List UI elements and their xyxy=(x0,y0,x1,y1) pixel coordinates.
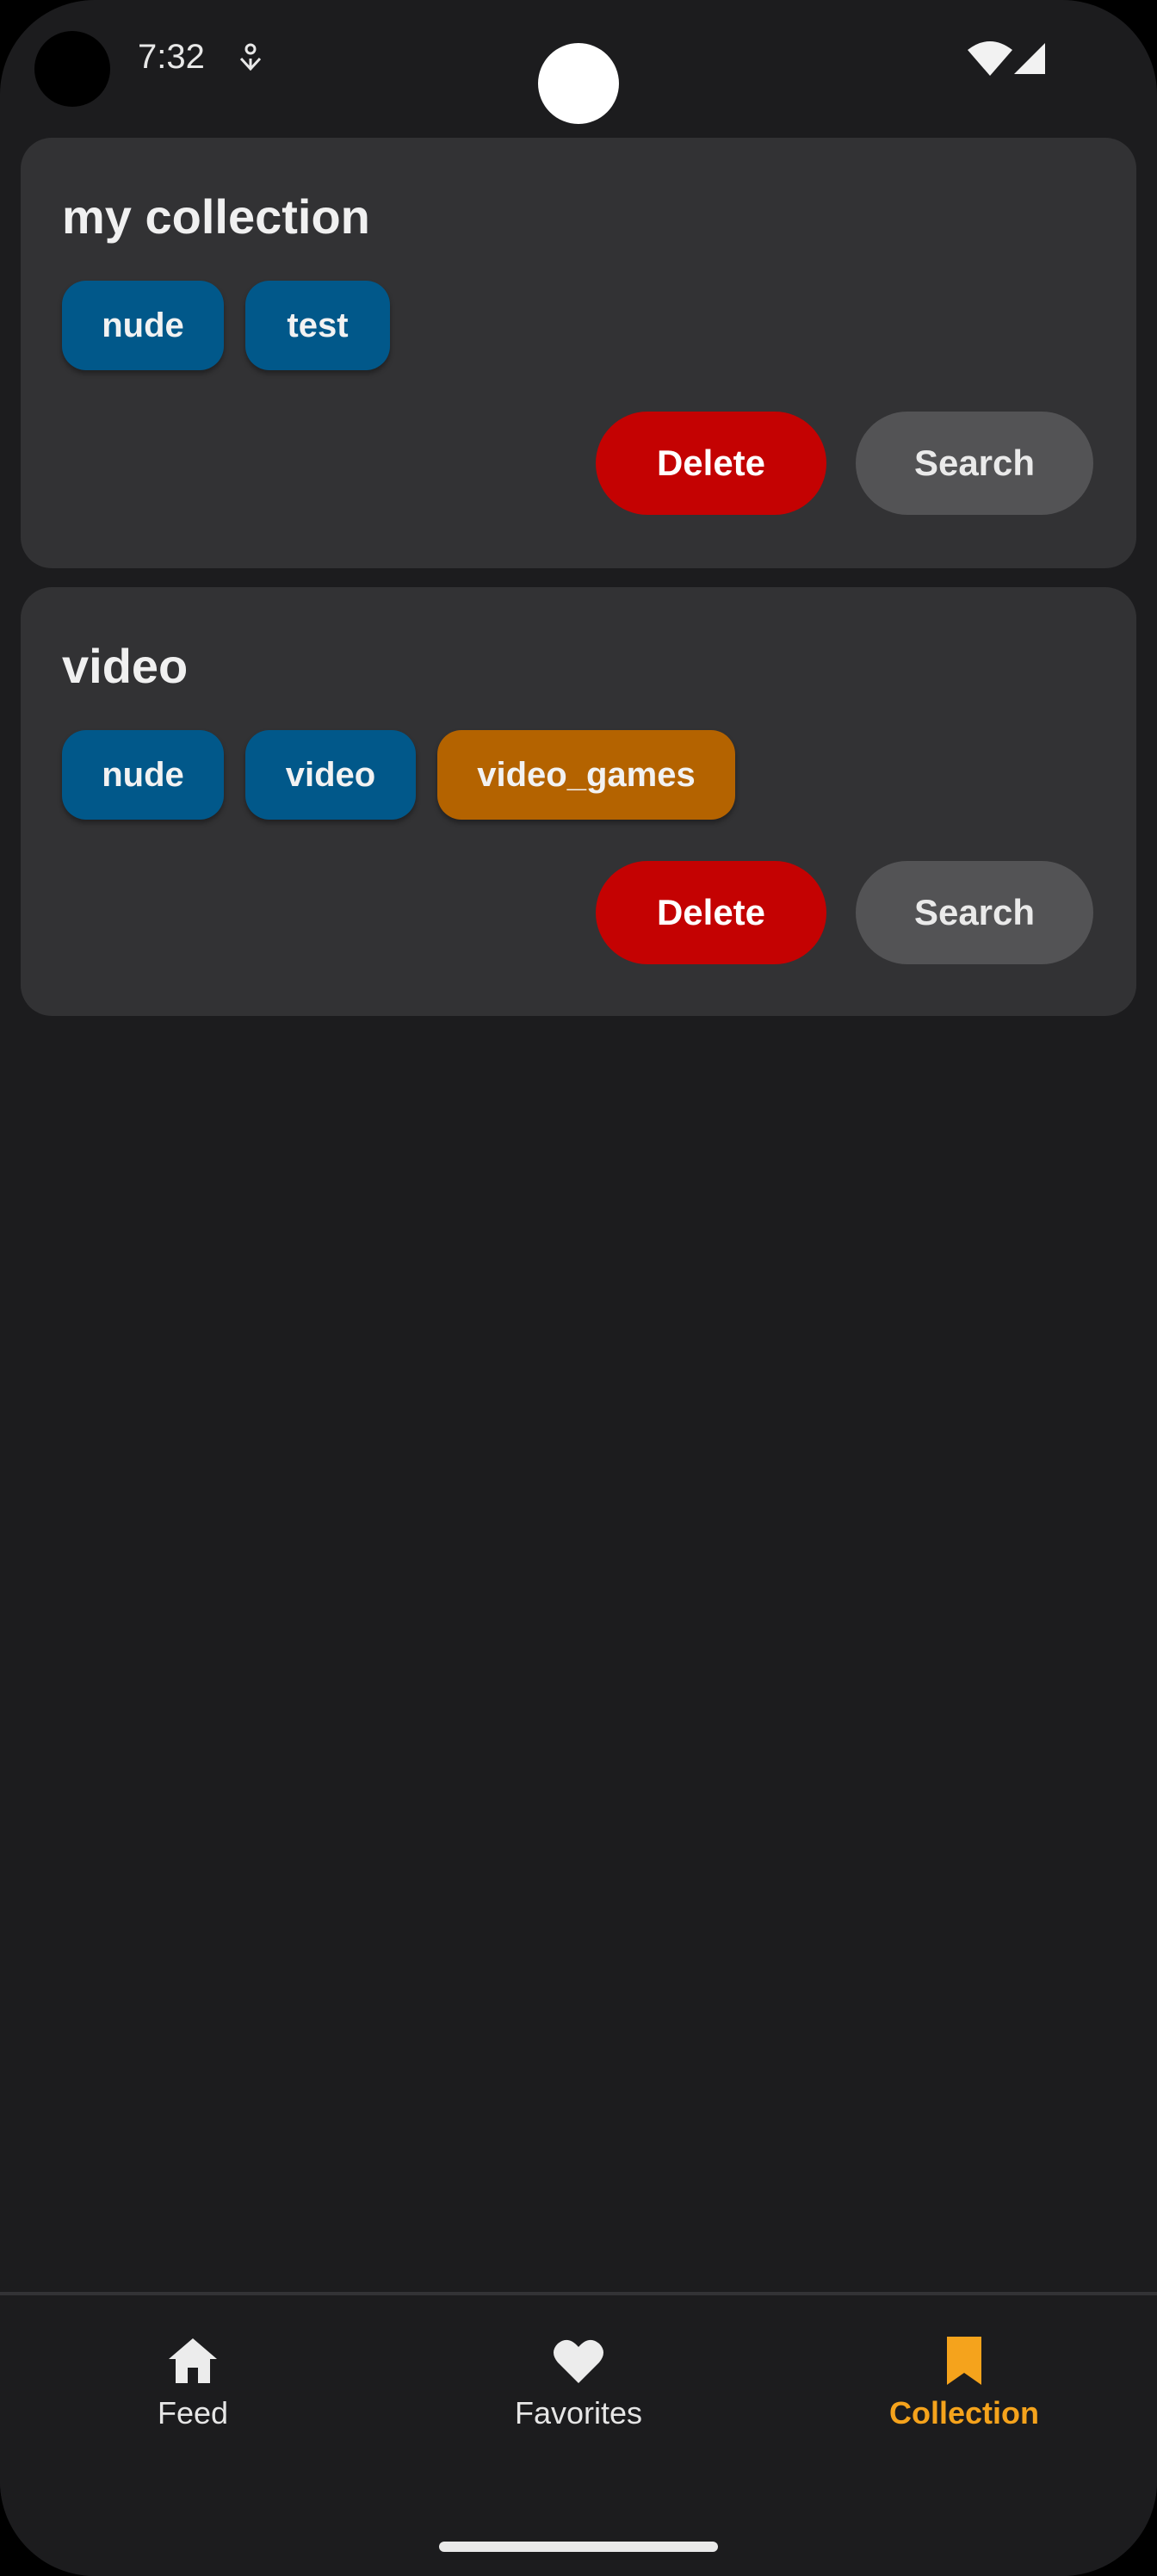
bookmark-icon xyxy=(947,2337,981,2385)
nav-label: Favorites xyxy=(514,2395,643,2430)
nav-label: Collection xyxy=(888,2395,1039,2430)
camera-cutout xyxy=(34,31,110,107)
collection-title: video xyxy=(62,639,189,693)
nav-label: Feed xyxy=(157,2395,229,2430)
nav-item-collection[interactable]: Collection xyxy=(835,2295,1093,2433)
home-icon xyxy=(169,2338,217,2383)
accessibility-icon xyxy=(239,43,262,71)
status-bar: 7:32 xyxy=(0,0,1157,129)
collection-title: my collection xyxy=(62,189,370,244)
front-camera xyxy=(538,43,619,124)
home-indicator[interactable] xyxy=(439,2542,718,2552)
collection-card: my collection nude test Delete Search xyxy=(21,138,1136,568)
tag-chip[interactable]: test xyxy=(245,281,390,370)
tag-chip[interactable]: video xyxy=(245,730,416,820)
wifi-icon xyxy=(968,41,1012,76)
bottom-navigation: Feed Favorites Collection xyxy=(0,2292,1157,2576)
delete-button[interactable]: Delete xyxy=(596,861,826,964)
nav-item-feed[interactable]: Feed xyxy=(64,2295,322,2433)
status-time: 7:32 xyxy=(138,38,205,76)
signal-icon xyxy=(1014,43,1045,74)
tag-chip[interactable]: video_games xyxy=(437,730,735,820)
tag-chip[interactable]: nude xyxy=(62,730,224,820)
search-button[interactable]: Search xyxy=(856,412,1093,515)
tag-chip[interactable]: nude xyxy=(62,281,224,370)
search-button[interactable]: Search xyxy=(856,861,1093,964)
app-screen: 7:32 my collection nude test Delete Sear… xyxy=(0,0,1157,2576)
delete-button[interactable]: Delete xyxy=(596,412,826,515)
collection-card: video nude video video_games Delete Sear… xyxy=(21,587,1136,1016)
nav-item-favorites[interactable]: Favorites xyxy=(449,2295,708,2433)
heart-icon xyxy=(554,2339,603,2383)
